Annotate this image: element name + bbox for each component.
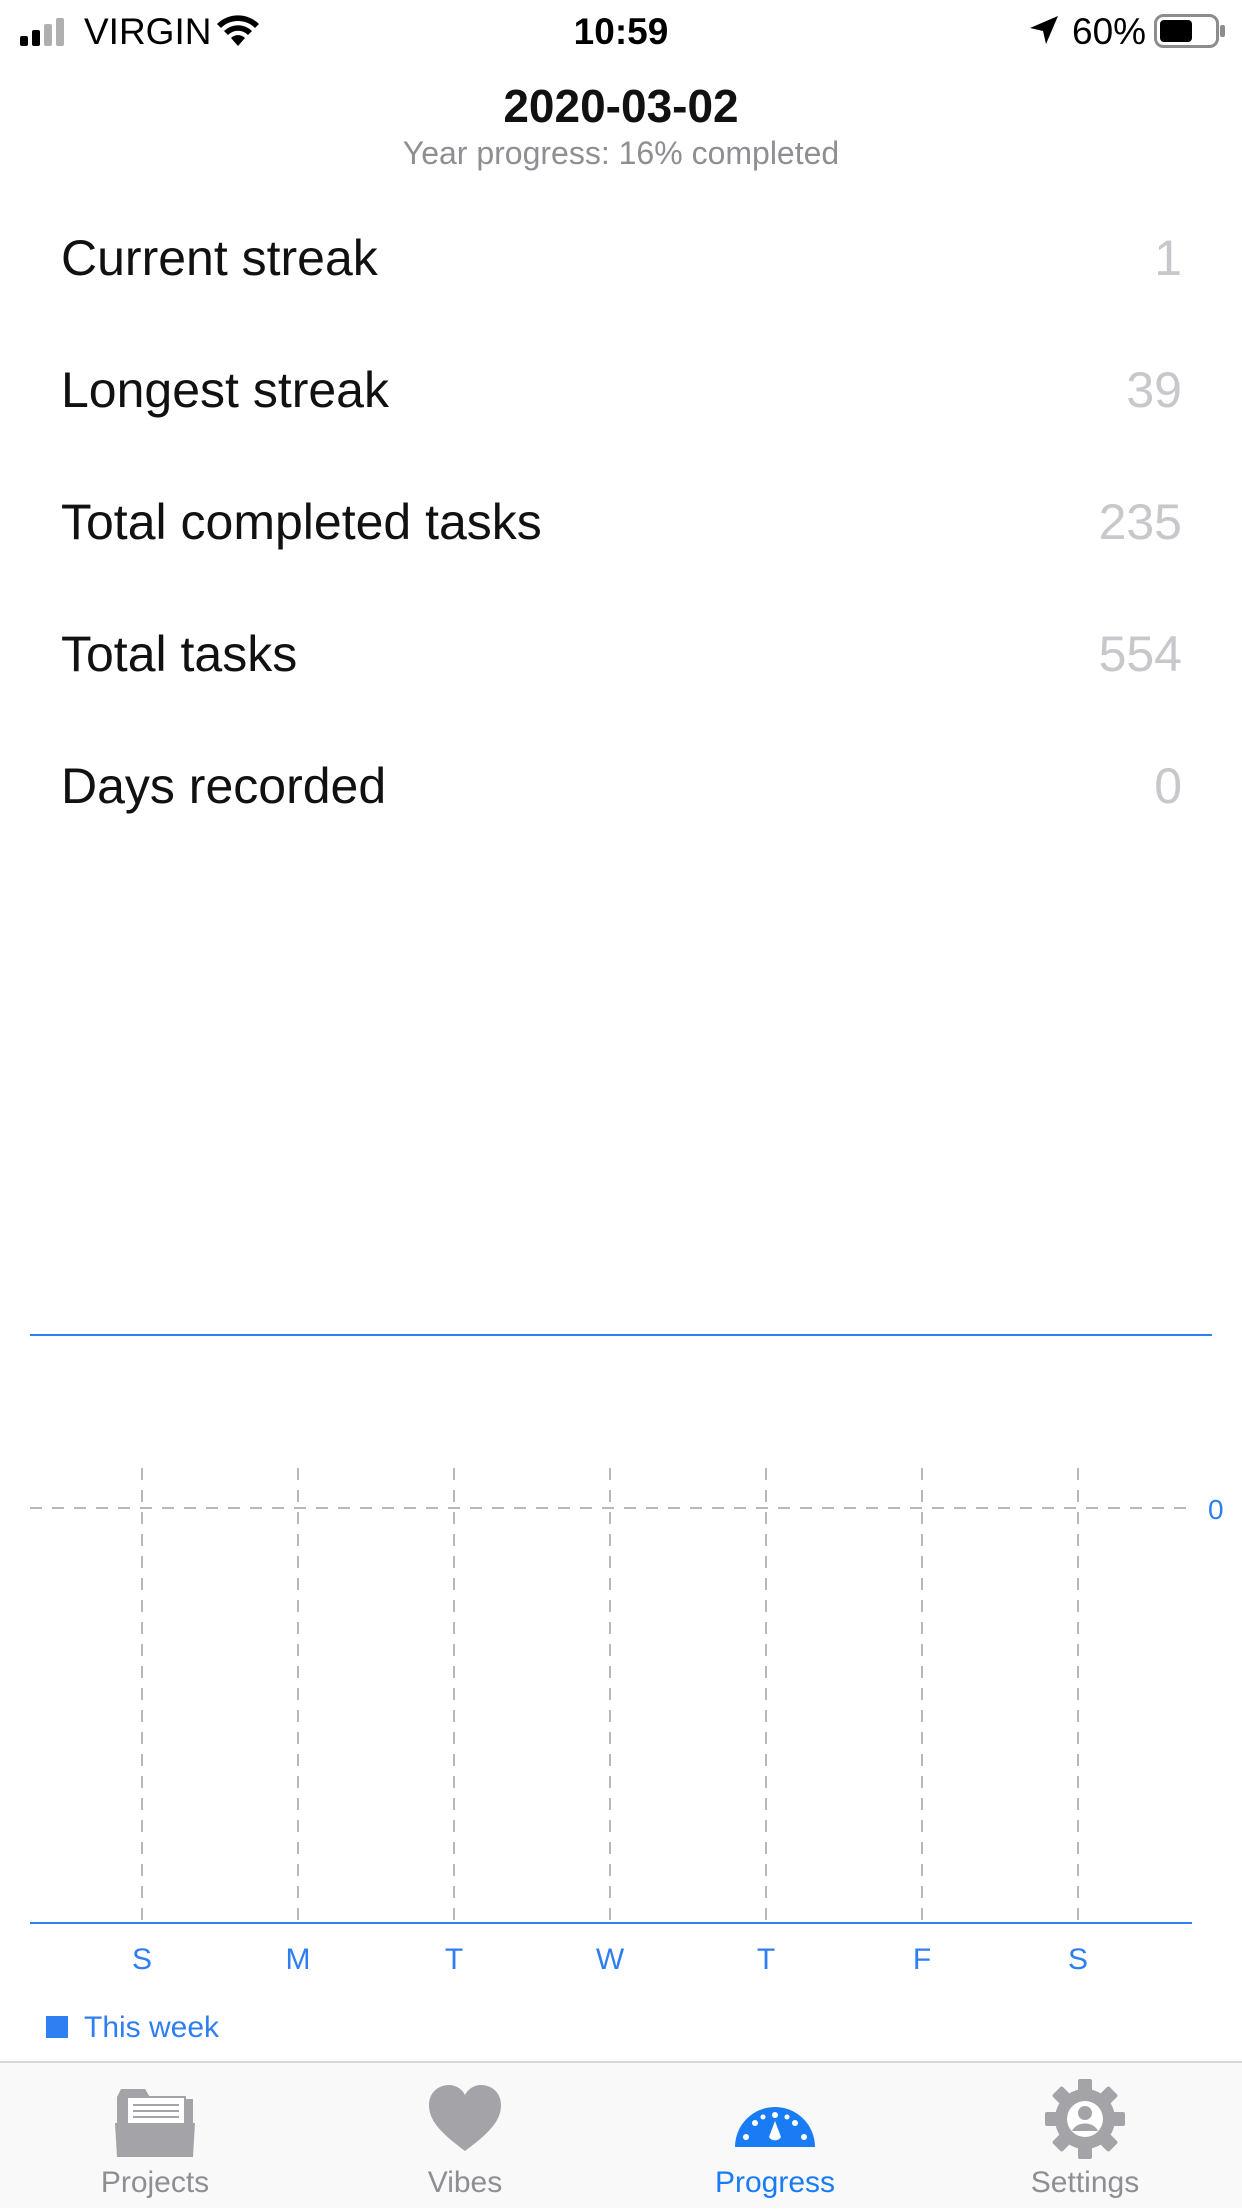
tab-progress[interactable]: Progress xyxy=(620,2063,930,2210)
stat-label: Current streak xyxy=(61,230,378,286)
tab-projects[interactable]: Projects xyxy=(0,2063,310,2210)
weekly-chart: 0 S M T W T F S xyxy=(0,1320,1242,2040)
weekly-chart-svg: 0 S M T W T F S xyxy=(30,1334,1224,1976)
tab-label: Vibes xyxy=(427,2166,503,2199)
year-progress-subtitle: Year progress: 16% completed xyxy=(402,135,840,171)
location-arrow-icon xyxy=(1030,16,1058,44)
folder-icon xyxy=(115,2089,195,2157)
tab-settings[interactable]: Settings xyxy=(930,2063,1240,2210)
stat-row-days-recorded: Days recorded 0 xyxy=(0,746,1242,878)
stat-row-total-completed-tasks: Total completed tasks 235 xyxy=(0,482,1242,614)
stat-value: 235 xyxy=(1098,494,1182,550)
battery-percentage: 60% xyxy=(1072,11,1147,52)
stat-row-longest-streak: Longest streak 39 xyxy=(0,350,1242,482)
gauge-icon xyxy=(735,2107,815,2147)
y-tick-label: 0 xyxy=(1208,1494,1224,1525)
x-tick-label: S xyxy=(132,1943,152,1976)
stat-row-total-tasks: Total tasks 554 xyxy=(0,614,1242,746)
gear-icon xyxy=(1045,2079,1125,2159)
stat-label: Total completed tasks xyxy=(61,494,542,550)
status-bar: VIRGIN 10:59 60% xyxy=(0,0,1242,62)
stat-value: 1 xyxy=(1154,230,1182,286)
page-title: 2020-03-02 xyxy=(503,80,739,132)
tab-bar: Projects Vibes Progress Settings xyxy=(0,2061,1242,2208)
stat-label: Total tasks xyxy=(61,626,298,682)
legend-label: This week xyxy=(84,2011,220,2044)
stat-value: 39 xyxy=(1126,362,1182,418)
x-tick-label: M xyxy=(286,1943,311,1976)
stat-label: Longest streak xyxy=(61,362,389,418)
battery-icon xyxy=(1154,14,1225,48)
x-tick-label: S xyxy=(1068,1943,1088,1976)
heart-icon xyxy=(429,2085,501,2151)
stat-value: 0 xyxy=(1154,758,1182,814)
stat-row-current-streak: Current streak 1 xyxy=(0,218,1242,350)
x-tick-label: F xyxy=(913,1943,931,1976)
stat-label: Days recorded xyxy=(61,758,387,814)
x-tick-label: T xyxy=(445,1943,463,1976)
stats-list: Current streak 1 Longest streak 39 Total… xyxy=(0,218,1242,878)
stat-value: 554 xyxy=(1098,626,1182,682)
tab-label: Settings xyxy=(1030,2166,1140,2199)
x-tick-label: T xyxy=(757,1943,775,1976)
tab-label: Progress xyxy=(714,2166,836,2199)
tab-label: Projects xyxy=(100,2166,210,2199)
x-tick-label: W xyxy=(596,1943,625,1976)
legend-swatch xyxy=(46,2016,68,2038)
tab-vibes[interactable]: Vibes xyxy=(310,2063,620,2210)
